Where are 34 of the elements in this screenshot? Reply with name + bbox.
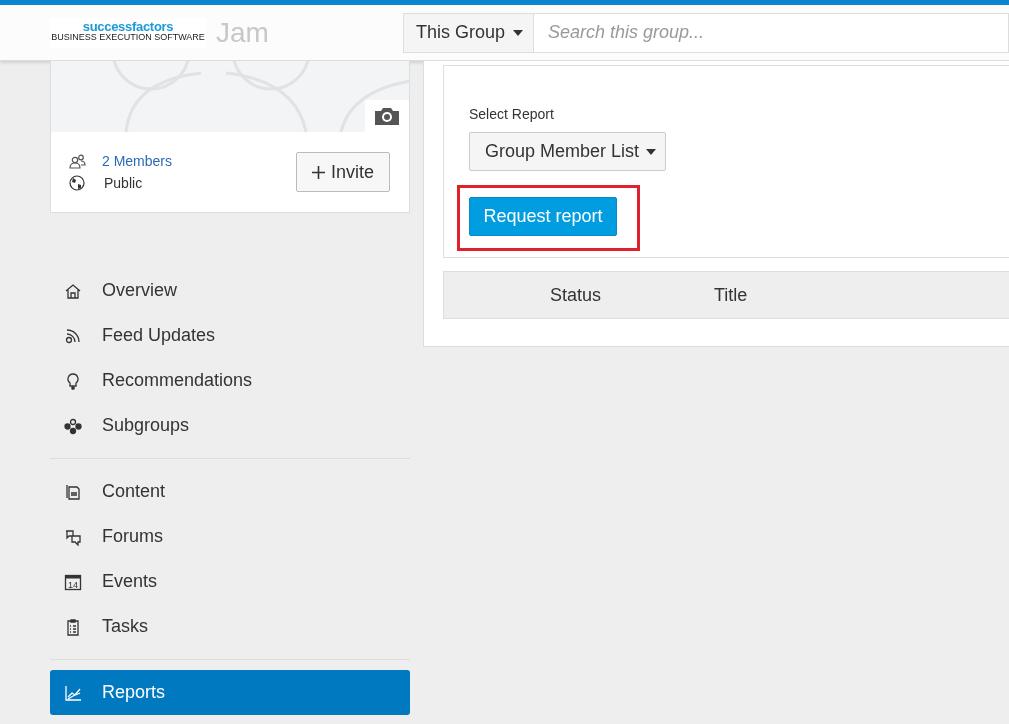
- logo-tagline: BUSINESS EXECUTION SOFTWARE: [51, 32, 205, 43]
- select-report-label: Select Report: [469, 106, 555, 122]
- scope-dropdown[interactable]: This Group: [403, 12, 534, 53]
- visibility-label: Public: [104, 175, 143, 191]
- caret-icon: [513, 29, 524, 36]
- column-header: Status: [550, 284, 603, 306]
- report-dropdown[interactable]: Group Member List: [469, 132, 666, 171]
- plus-icon: [312, 165, 325, 179]
- globe-icon: [69, 175, 85, 191]
- sidebar-item[interactable]: Tasks: [50, 604, 410, 649]
- sidebar-item[interactable]: Content: [50, 469, 410, 514]
- sidebar-item[interactable]: Subgroups: [50, 403, 410, 448]
- subgroups-icon: [64, 416, 82, 435]
- sidebar-item[interactable]: Forums: [50, 514, 410, 559]
- caret-icon: [646, 148, 657, 155]
- lightbulb-icon: [64, 371, 82, 390]
- documents-icon: [64, 482, 82, 501]
- sidebar-item[interactable]: 14 Events: [50, 559, 410, 604]
- camera-icon[interactable]: [375, 107, 399, 125]
- chat-bubbles-icon: [64, 527, 82, 546]
- sidebar-item[interactable]: Recommendations: [50, 358, 410, 403]
- members-link[interactable]: 2 Members: [102, 153, 173, 169]
- logo-name: successfactors: [82, 22, 174, 32]
- feed-icon: [64, 326, 82, 345]
- sidebar-item[interactable]: Reports: [50, 670, 410, 715]
- search-field[interactable]: Search this group...: [534, 12, 1009, 53]
- sidebar-item[interactable]: Overview: [50, 268, 410, 313]
- clipboard-icon: [64, 617, 82, 636]
- column-header: Title: [714, 284, 749, 306]
- invite-button[interactable]: Invite: [296, 152, 390, 192]
- sidebar-item[interactable]: Feed Updates: [50, 313, 410, 358]
- line-chart-icon: [64, 683, 82, 702]
- people-icon: [69, 153, 86, 169]
- calendar-icon: 14: [64, 572, 82, 591]
